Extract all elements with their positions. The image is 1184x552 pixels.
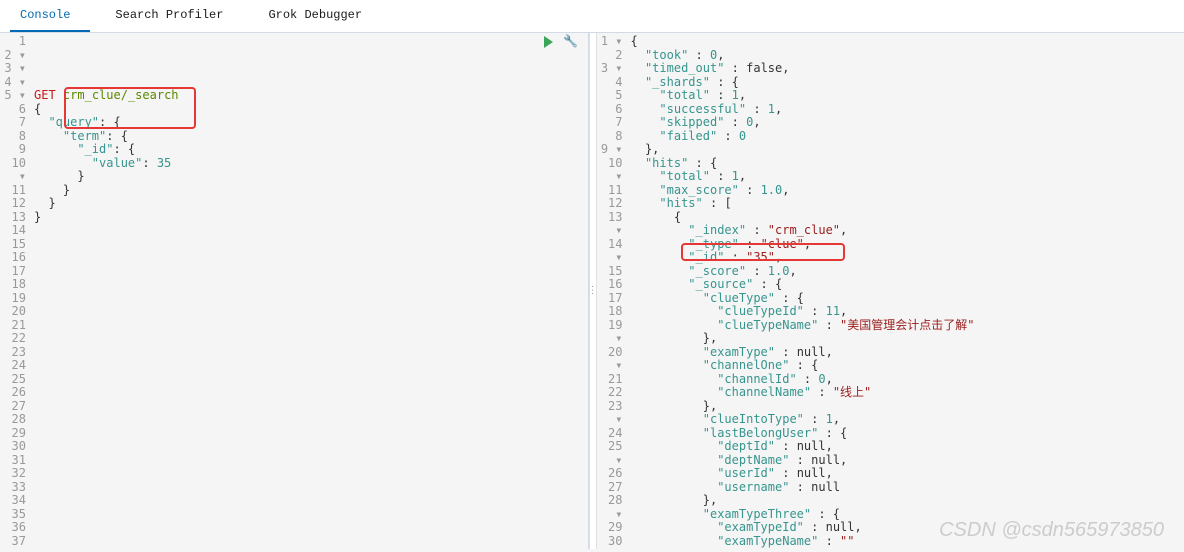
tab-console[interactable]: Console	[10, 0, 90, 32]
response-viewer[interactable]: { "took" : 0, "timed_out" : false, "_sha…	[629, 33, 1184, 549]
editor-container: 12 ▾3 ▾4 ▾5 ▾678910 ▾1112131415161718192…	[0, 33, 1184, 549]
annotation-box	[681, 243, 845, 261]
watermark-text: CSDN @csdn565973850	[939, 519, 1164, 542]
request-panel: 12 ▾3 ▾4 ▾5 ▾678910 ▾1112131415161718192…	[0, 33, 589, 549]
request-editor[interactable]: 🔧 GET crm_clue/_search{ "query": { "term…	[32, 33, 588, 549]
tab-search-profiler[interactable]: Search Profiler	[105, 0, 243, 32]
response-gutter: 1 ▾23 ▾456789 ▾10 ▾111213 ▾14 ▾151617181…	[597, 33, 629, 549]
play-icon	[544, 36, 553, 48]
annotation-box	[64, 87, 196, 129]
panel-divider[interactable]: ⋮	[589, 33, 597, 549]
wrench-button[interactable]: 🔧	[564, 35, 578, 49]
tab-bar: Console Search Profiler Grok Debugger	[0, 0, 1184, 33]
request-gutter: 12 ▾3 ▾4 ▾5 ▾678910 ▾1112131415161718192…	[0, 33, 32, 549]
action-bar: 🔧	[542, 35, 578, 49]
wrench-icon: 🔧	[563, 35, 578, 49]
play-button[interactable]	[542, 35, 556, 49]
response-panel: 1 ▾23 ▾456789 ▾10 ▾111213 ▾14 ▾151617181…	[597, 33, 1184, 549]
tab-grok-debugger[interactable]: Grok Debugger	[258, 0, 382, 32]
